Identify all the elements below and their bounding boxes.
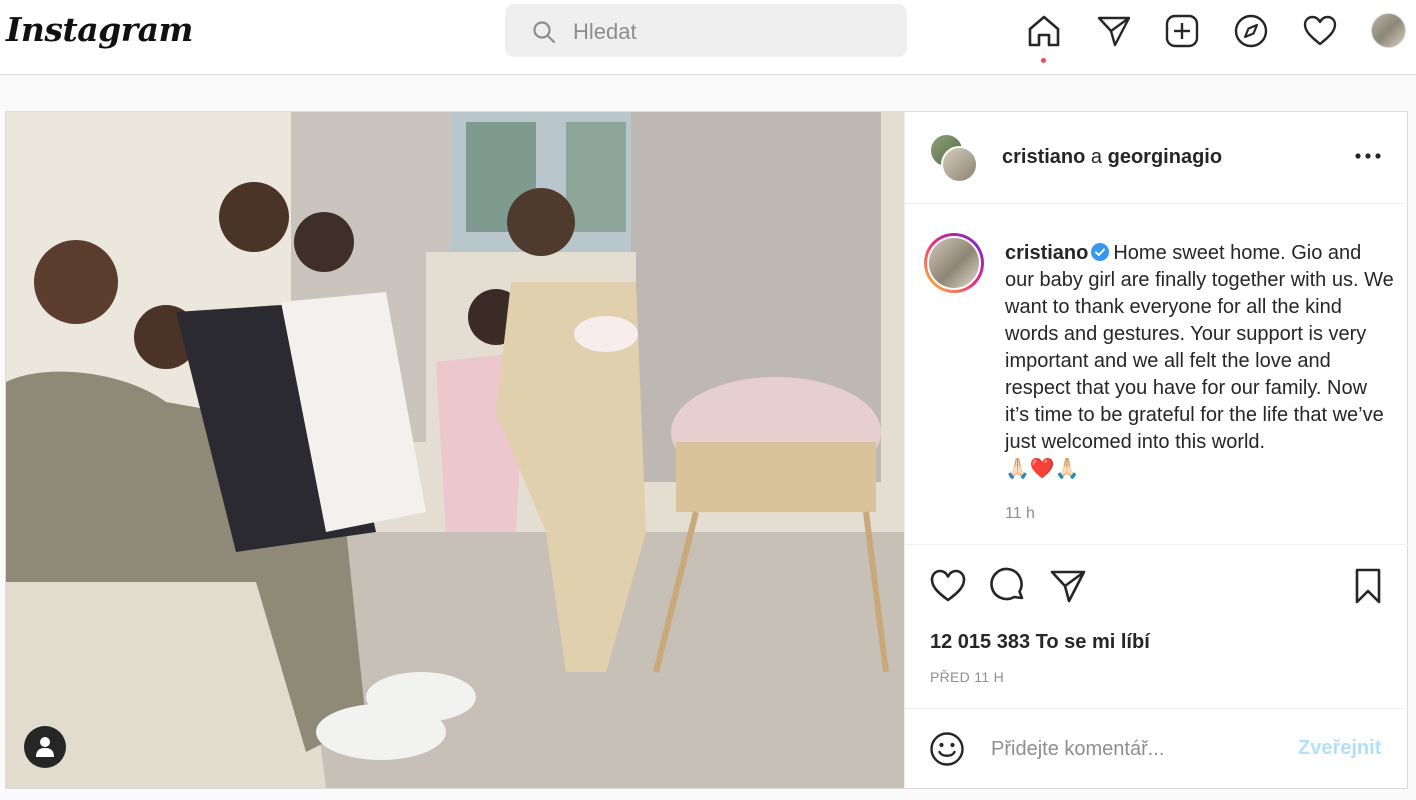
search-box[interactable] [505, 4, 907, 57]
search-input[interactable] [571, 16, 875, 48]
share-paper-plane-icon[interactable] [1049, 567, 1087, 605]
like-heart-icon[interactable] [929, 567, 967, 605]
emoji-icon[interactable] [929, 731, 965, 772]
new-post-icon[interactable] [1164, 13, 1200, 49]
post-photo[interactable] [6, 112, 904, 788]
posted-time[interactable]: PŘED 11 H [930, 669, 1004, 685]
caption-text: Home sweet home. Gio and our baby girl a… [1005, 242, 1394, 453]
activity-heart-icon[interactable] [1302, 13, 1338, 49]
add-comment-bar: Zveřejnit [905, 708, 1408, 788]
home-icon[interactable] [1026, 13, 1062, 49]
author-username-2[interactable]: georginagio [1108, 146, 1222, 168]
collab-avatar-georginagio[interactable] [941, 146, 978, 183]
instagram-logo[interactable]: Instagram [6, 10, 193, 49]
caption-emojis: 🙏🏻❤️🙏🏻 [1005, 458, 1080, 480]
post-authors: cristiano a georginagio [1002, 146, 1222, 169]
direct-icon[interactable] [1096, 13, 1132, 49]
caption-time[interactable]: 11 h [1005, 505, 1035, 523]
caption-avatar[interactable] [924, 233, 984, 293]
verified-badge-icon [1091, 243, 1110, 261]
profile-avatar[interactable] [1371, 13, 1406, 48]
family-photo-image [6, 112, 904, 788]
search-icon [533, 21, 556, 44]
save-bookmark-icon[interactable] [1349, 567, 1387, 605]
tagged-users-button[interactable] [24, 726, 66, 768]
author-joiner: a [1090, 146, 1103, 168]
post-card: cristiano a georginagio cristiano Home sw… [5, 111, 1408, 789]
comment-bubble-icon[interactable] [989, 567, 1027, 605]
likes-count[interactable]: 12 015 383 To se mi líbí [930, 631, 1150, 654]
post-header: cristiano a georginagio [905, 112, 1408, 204]
caption-username[interactable]: cristiano [1005, 242, 1088, 264]
more-dots-icon [1355, 153, 1381, 159]
post-caption: cristiano Home sweet home. Gio and our ba… [1005, 240, 1395, 483]
comment-input[interactable] [989, 733, 1283, 765]
more-options-button[interactable] [1353, 144, 1383, 168]
user-tag-icon [36, 737, 54, 757]
post-side-panel: cristiano a georginagio cristiano Home sw… [904, 112, 1408, 788]
top-navigation-bar: Instagram [0, 0, 1416, 75]
publish-comment-button[interactable]: Zveřejnit [1298, 737, 1381, 760]
author-username-1[interactable]: cristiano [1002, 146, 1085, 168]
explore-icon[interactable] [1233, 13, 1269, 49]
active-indicator-dot [1041, 58, 1046, 63]
